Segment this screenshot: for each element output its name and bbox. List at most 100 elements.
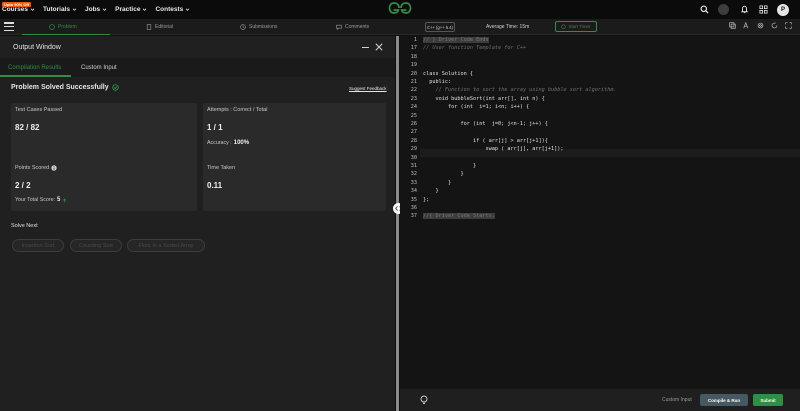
search-icon[interactable] xyxy=(699,5,709,15)
menu-icon[interactable] xyxy=(4,22,15,32)
code-text: public: xyxy=(423,79,452,85)
points-card: Points Scored 2 / 2 Your Total Score: 5 xyxy=(11,161,197,211)
tab-problem[interactable]: Problem xyxy=(49,19,77,35)
problem-toolbar: Problem Editorial Submissions Comments xyxy=(0,19,800,35)
reset-icon[interactable] xyxy=(771,22,778,29)
line-number: 22 xyxy=(410,87,417,94)
line-number: 29 xyxy=(410,146,417,153)
nav-tutorials[interactable]: Tutorials xyxy=(43,6,77,13)
code-line[interactable]: 21 public: xyxy=(400,78,800,86)
settings-icon[interactable] xyxy=(757,22,764,29)
apps-grid-icon[interactable] xyxy=(758,5,768,15)
active-output-tab-indicator xyxy=(0,75,71,77)
bell-icon[interactable] xyxy=(739,5,749,15)
nav-jobs[interactable]: Jobs xyxy=(85,6,107,13)
code-text: } xyxy=(423,188,439,195)
code-line[interactable]: 19 xyxy=(400,61,800,69)
nav-contests[interactable]: Contests xyxy=(155,6,190,13)
solve-next-chip[interactable]: Counting Sort xyxy=(70,239,122,252)
active-tab-indicator xyxy=(22,34,110,35)
arrow-up-icon xyxy=(63,197,67,202)
code-comment: //{ Driver Code Starts. xyxy=(423,213,495,220)
code-line[interactable]: 34 } xyxy=(400,187,800,195)
custom-input-toggle[interactable]: Custom Input xyxy=(662,397,692,403)
lightbulb-icon[interactable] xyxy=(419,395,429,405)
code-line[interactable]: 27 xyxy=(400,128,800,136)
editor-tools xyxy=(729,22,792,29)
code-text: }; xyxy=(423,196,430,203)
code-text: // } Driver Code Ends xyxy=(423,36,489,44)
code-line[interactable]: 20 class Solution { xyxy=(400,70,800,78)
panel-divider[interactable] xyxy=(396,36,399,411)
clock-icon xyxy=(240,24,246,30)
code-text: } xyxy=(423,163,477,169)
solve-next-label: Solve Next xyxy=(11,223,38,229)
code-line[interactable]: 29 swap ( arr[j], arr[j+1]); xyxy=(400,145,800,153)
code-line[interactable]: 35}; xyxy=(400,196,800,204)
code-line[interactable]: 31 } xyxy=(400,162,800,170)
tab-editorial[interactable]: Editorial xyxy=(146,19,173,35)
language-select[interactable]: C++ (g++ 5.4) xyxy=(425,22,455,32)
code-line[interactable]: 23 void bubbleSort(int arr[], int n) { xyxy=(400,95,800,103)
code-text: for (int j=0; j<n-1; j++) { xyxy=(423,121,548,127)
code-text: } xyxy=(423,171,464,178)
code-line[interactable]: 18 xyxy=(400,53,800,61)
code-text: for (int i=1; i<n; i++) { xyxy=(423,104,530,111)
solve-next-chip[interactable]: Insertion Sort xyxy=(12,239,64,252)
code-line[interactable]: 36 xyxy=(400,204,800,212)
total-score: Your Total Score: 5 xyxy=(15,197,67,203)
code-editor[interactable]: 1 // } Driver Code Ends 17 // User function… xyxy=(400,36,800,389)
time-taken-card: Time Taken 0.11 xyxy=(203,161,386,211)
code-line[interactable]: 22 // Function to sort the array using b… xyxy=(400,86,800,94)
output-window-header: Output Window xyxy=(0,36,395,58)
line-number: 18 xyxy=(410,53,417,60)
fullscreen-icon[interactable] xyxy=(785,22,792,29)
submit-button[interactable]: Submit xyxy=(753,394,783,406)
tab-comments[interactable]: Comments xyxy=(336,19,369,35)
code-line[interactable]: 33 } xyxy=(400,179,800,187)
code-line[interactable]: 1 // } Driver Code Ends xyxy=(400,36,800,44)
info-icon xyxy=(49,24,55,30)
theme-toggle[interactable] xyxy=(718,4,729,15)
nav-courses[interactable]: Upto 90% Off Courses xyxy=(2,2,35,13)
close-icon[interactable] xyxy=(375,43,383,51)
suggest-feedback-link[interactable]: Suggest Feedback xyxy=(349,86,387,91)
line-number: 28 xyxy=(410,137,417,144)
minimize-icon[interactable] xyxy=(362,47,369,49)
start-timer-button[interactable]: Start Timer xyxy=(555,21,597,32)
code-text: //{ Driver Code Starts. xyxy=(423,212,495,220)
code-line[interactable]: 25 xyxy=(400,112,800,120)
chevron-down-icon xyxy=(30,8,35,11)
top-navbar: Upto 90% Off Courses Tutorials Jobs Prac… xyxy=(0,0,800,19)
output-tabs: Compilation Results Custom Input xyxy=(0,58,395,77)
editor-footer: Custom Input Compile & Run Submit xyxy=(400,389,800,411)
code-comment: // Function to sort the array using bubb… xyxy=(423,87,617,94)
timer-icon xyxy=(561,24,567,29)
line-number: 19 xyxy=(410,62,417,69)
code-line[interactable]: 26 for (int j=0; j<n-1; j++) { xyxy=(400,120,800,128)
nav-practice[interactable]: Practice xyxy=(115,6,147,13)
code-line[interactable]: 30 xyxy=(400,154,800,162)
code-text: // User function Template for C++ xyxy=(423,44,526,52)
compile-run-button[interactable]: Compile & Run xyxy=(700,394,748,406)
code-line[interactable]: 37 //{ Driver Code Starts. xyxy=(400,212,800,220)
code-text: } xyxy=(423,179,452,186)
font-size-icon[interactable] xyxy=(743,22,750,29)
solve-next-chip[interactable]: Floor in a Sorted Array xyxy=(127,239,205,252)
user-avatar[interactable]: P xyxy=(777,3,789,16)
code-line[interactable]: 28 if ( arr[j] > arr[j+1]){ xyxy=(400,137,800,145)
code-line[interactable]: 32 } xyxy=(400,170,800,178)
chevron-down-icon xyxy=(185,8,190,11)
code-line[interactable]: 17 // User function Template for C++ xyxy=(400,44,800,52)
line-number: 32 xyxy=(410,171,417,178)
attempts-value: 1 / 1 xyxy=(207,123,223,132)
tab-custom-input[interactable]: Custom Input xyxy=(81,58,117,77)
check-circle-icon xyxy=(111,84,119,91)
tab-submissions[interactable]: Submissions xyxy=(240,19,277,35)
info-icon[interactable] xyxy=(51,165,57,171)
code-line[interactable]: 24 for (int i=1; i<n; i++) { xyxy=(400,103,800,111)
accuracy: Accuracy : 100% xyxy=(207,140,250,146)
gfg-logo[interactable] xyxy=(388,1,412,15)
copy-icon[interactable] xyxy=(729,22,736,29)
line-number: 21 xyxy=(410,79,417,85)
